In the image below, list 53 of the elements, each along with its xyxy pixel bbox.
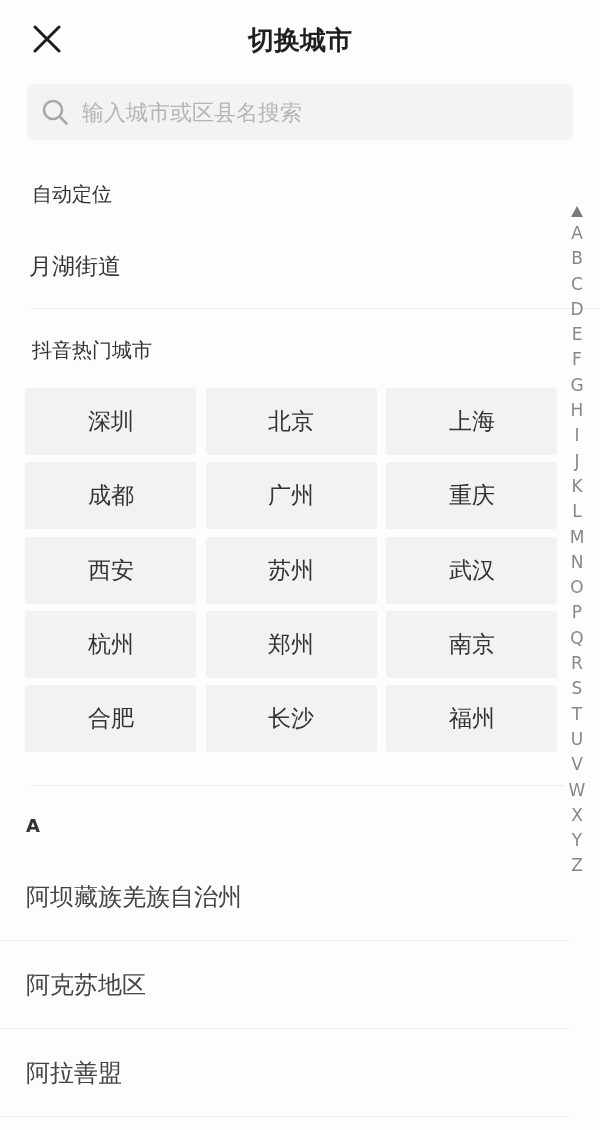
city-button[interactable]: 广州 <box>205 462 377 530</box>
index-letter[interactable]: G <box>570 372 584 399</box>
index-letter[interactable]: F <box>572 347 582 373</box>
index-letter[interactable]: B <box>571 246 583 272</box>
search-icon <box>42 99 68 125</box>
city-list-item[interactable]: 阿坝藏族羌族自治州 <box>26 880 242 913</box>
city-button[interactable]: 武汉 <box>386 536 557 604</box>
city-button[interactable]: 苏州 <box>205 536 377 604</box>
close-icon <box>33 25 61 53</box>
index-letter[interactable]: A <box>571 221 583 247</box>
index-letter[interactable]: L <box>572 499 582 525</box>
city-button[interactable]: 深圳 <box>25 388 196 455</box>
city-button[interactable]: 成都 <box>25 462 196 530</box>
search-field[interactable]: 输入城市或区县名搜索 <box>27 84 573 140</box>
index-letter[interactable]: J <box>574 448 580 474</box>
index-letter[interactable]: P <box>571 600 583 626</box>
city-list-item[interactable]: 阿克苏地区 <box>26 968 146 1001</box>
index-letter[interactable]: O <box>570 575 584 601</box>
index-letter[interactable]: T <box>571 701 583 727</box>
city-button[interactable]: 杭州 <box>25 610 196 678</box>
index-letter[interactable]: D <box>570 296 584 323</box>
index-letter[interactable]: N <box>570 549 584 576</box>
index-letter[interactable]: C <box>571 271 583 297</box>
city-button[interactable]: 长沙 <box>205 685 377 753</box>
index-letter[interactable]: E <box>571 322 583 348</box>
index-letter[interactable]: U <box>570 726 584 753</box>
city-list-item[interactable]: 阿拉善盟 <box>26 1056 122 1089</box>
index-letter[interactable]: Y <box>571 828 583 854</box>
letter-heading: A <box>26 814 40 839</box>
city-button[interactable]: 上海 <box>386 388 557 455</box>
city-button[interactable]: 北京 <box>205 388 377 455</box>
index-letter[interactable]: I <box>574 423 580 449</box>
section-heading: 抖音热门城市 <box>32 337 152 364</box>
city-button[interactable]: 郑州 <box>205 610 377 678</box>
index-letter[interactable]: W <box>568 777 586 803</box>
current-location[interactable]: 月湖街道 <box>29 252 121 280</box>
index-letter[interactable]: Q <box>570 625 584 652</box>
up-triangle-icon <box>571 205 583 217</box>
city-button[interactable]: 南京 <box>386 610 557 678</box>
section-heading: 自动定位 <box>32 181 112 208</box>
index-letter[interactable]: H <box>570 398 584 424</box>
index-letter[interactable]: M <box>569 524 585 550</box>
index-letter[interactable]: V <box>571 752 583 778</box>
index-letter[interactable]: Z <box>571 853 583 879</box>
city-button[interactable]: 重庆 <box>386 462 557 530</box>
index-letter[interactable]: S <box>571 676 583 702</box>
index-letter[interactable]: K <box>571 473 583 500</box>
index-letter[interactable]: X <box>571 802 583 829</box>
city-button[interactable]: 合肥 <box>25 685 196 753</box>
city-button[interactable]: 西安 <box>25 536 196 604</box>
city-button[interactable]: 福州 <box>386 685 557 753</box>
page-title: 切换城市 <box>248 24 352 57</box>
index-letter[interactable]: R <box>571 651 583 677</box>
